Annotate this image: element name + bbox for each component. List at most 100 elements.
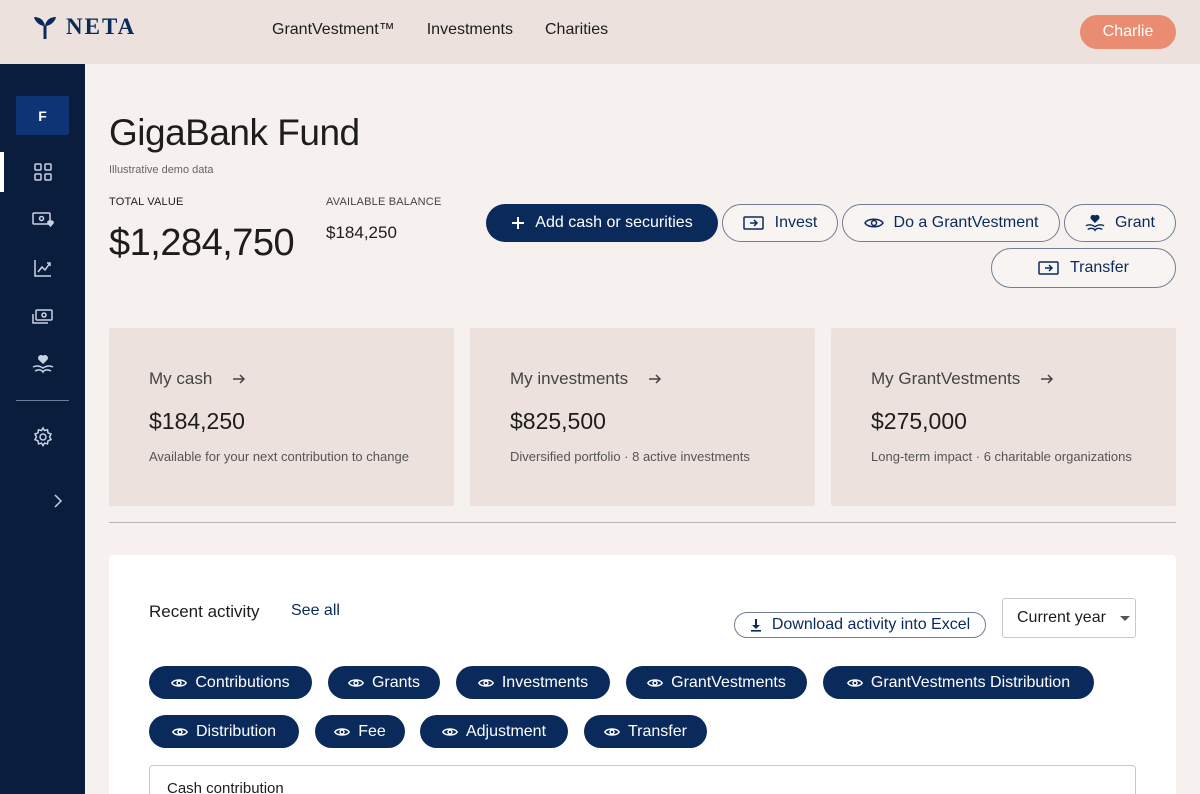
card-title: My cash [149, 369, 246, 389]
filter-chip-label: Investments [501, 673, 589, 691]
filter-chip-adjustment[interactable]: Adjustment [420, 715, 568, 748]
eye-icon [334, 727, 351, 736]
grant-label: Grant [1114, 214, 1155, 231]
invest-label: Invest [774, 214, 818, 231]
filter-chip-grantvestments-distribution[interactable]: GrantVestments Distribution [823, 666, 1094, 699]
demo-data-note: Illustrative demo data [109, 164, 214, 176]
card-title-text: My investments [510, 369, 629, 388]
sidebar: F [0, 64, 85, 794]
transfer-button[interactable]: Transfer [991, 248, 1176, 288]
logo[interactable]: NETA [32, 14, 136, 40]
card-title-text: My GrantVestments [871, 369, 1021, 388]
fund-switcher-button[interactable]: F [16, 96, 69, 135]
eye-icon [441, 727, 458, 736]
hand-heart-icon [32, 355, 54, 374]
sidebar-item-settings[interactable] [31, 425, 55, 449]
eye-icon [846, 678, 863, 687]
card-my-cash[interactable]: My cash $184,250 Available for your next… [109, 328, 454, 506]
nav-investments[interactable]: Investments [427, 21, 513, 39]
download-excel-label: Download activity into Excel [771, 616, 971, 633]
eye-icon [477, 678, 494, 687]
eye-icon [171, 678, 188, 687]
filter-chip-label: GrantVestments Distribution [870, 673, 1071, 691]
recent-activity-title: Recent activity [149, 602, 260, 621]
add-cash-button[interactable]: Add cash or securities [486, 204, 718, 242]
gear-icon [33, 426, 53, 448]
nav-grantvestment[interactable]: GrantVestment™ [272, 21, 395, 39]
eye-icon [647, 678, 664, 687]
sidebar-item-cash[interactable] [31, 208, 55, 232]
sidebar-expand-button[interactable] [46, 489, 70, 513]
filter-chip-investments[interactable]: Investments [456, 666, 610, 699]
main-nav: GrantVestment™ Investments Charities [272, 21, 608, 39]
hand-heart-icon [1085, 214, 1105, 232]
card-subtitle: Long-term impact · 6 charitable organiza… [871, 449, 1132, 464]
eye-icon [347, 678, 364, 687]
available-balance-label: AVAILABLE BALANCE [326, 196, 442, 208]
top-bar: NETA GrantVestment™ Investments Charitie… [0, 0, 1200, 64]
sidebar-item-dashboard[interactable] [31, 160, 55, 184]
eye-icon [863, 218, 884, 228]
plus-icon [512, 217, 525, 229]
period-select-value: Current year [1017, 609, 1106, 626]
card-title: My investments [510, 369, 662, 389]
filter-chip-fee[interactable]: Fee [315, 715, 405, 748]
sidebar-divider [16, 400, 69, 401]
section-divider [109, 522, 1176, 523]
sidebar-active-indicator [0, 152, 4, 192]
card-subtitle: Available for your next contribution to … [149, 449, 409, 464]
eye-icon [604, 727, 620, 736]
card-subtitle: Diversified portfolio · 8 active investm… [510, 449, 750, 464]
page-title: GigaBank Fund [109, 112, 360, 153]
filter-chip-label: Fee [358, 722, 386, 740]
eye-icon [171, 727, 188, 736]
filter-chip-grantvestments[interactable]: GrantVestments [626, 666, 807, 699]
filter-chip-contributions[interactable]: Contributions [149, 666, 312, 699]
sidebar-item-investments[interactable] [31, 256, 55, 280]
filter-chip-label: Transfer [628, 722, 687, 740]
filter-chip-label: GrantVestments [671, 673, 786, 691]
user-menu-button[interactable]: Charlie [1080, 15, 1176, 49]
arrow-right-icon [1041, 374, 1054, 384]
card-value: $825,500 [510, 408, 606, 434]
sidebar-item-transfers[interactable] [31, 304, 55, 328]
activity-row-type: Cash contribution [167, 780, 284, 794]
download-excel-button[interactable]: Download activity into Excel [734, 612, 986, 638]
available-balance: $184,250 [326, 223, 397, 242]
add-cash-label: Add cash or securities [535, 214, 693, 231]
nav-charities[interactable]: Charities [545, 21, 608, 39]
filter-chip-transfer[interactable]: Transfer [584, 715, 707, 748]
card-my-grantvestments[interactable]: My GrantVestments $275,000 Long-term imp… [831, 328, 1176, 506]
card-my-investments[interactable]: My investments $825,500 Diversified port… [470, 328, 815, 506]
filter-chip-distribution[interactable]: Distribution [149, 715, 299, 748]
transfer-label: Transfer [1070, 259, 1129, 276]
grantvestment-button[interactable]: Do a GrantVestment [842, 204, 1060, 242]
filter-chip-label: Adjustment [465, 722, 547, 740]
see-all-link[interactable]: See all [291, 602, 340, 620]
sprout-logo-icon [34, 17, 56, 39]
transfer-icon [32, 309, 53, 324]
filter-chip-label: Contributions [195, 673, 290, 691]
arrow-right-icon [233, 374, 246, 384]
period-select[interactable]: Current year [1002, 598, 1136, 638]
filter-chip-grants[interactable]: Grants [328, 666, 440, 699]
card-title-text: My cash [149, 369, 213, 388]
total-value: $1,284,750 [109, 222, 295, 264]
total-value-label: TOTAL VALUE [109, 196, 184, 208]
activity-row[interactable]: Cash contribution [149, 765, 1136, 794]
caret-down-icon [1119, 615, 1130, 621]
arrow-right-icon [649, 374, 662, 384]
chart-line-icon [34, 260, 51, 277]
cash-transfer-icon [1038, 261, 1059, 275]
dashboard-grid-icon [34, 163, 52, 181]
invest-button[interactable]: Invest [722, 204, 838, 242]
card-value: $184,250 [149, 408, 245, 434]
card-value: $275,000 [871, 408, 967, 434]
filter-chip-label: Grants [371, 673, 420, 691]
chevron-right-icon [54, 494, 63, 508]
download-icon [750, 619, 761, 632]
grant-button[interactable]: Grant [1064, 204, 1176, 242]
logo-text: NETA [66, 14, 137, 39]
card-title: My GrantVestments [871, 369, 1054, 389]
sidebar-item-grants[interactable] [31, 352, 55, 376]
